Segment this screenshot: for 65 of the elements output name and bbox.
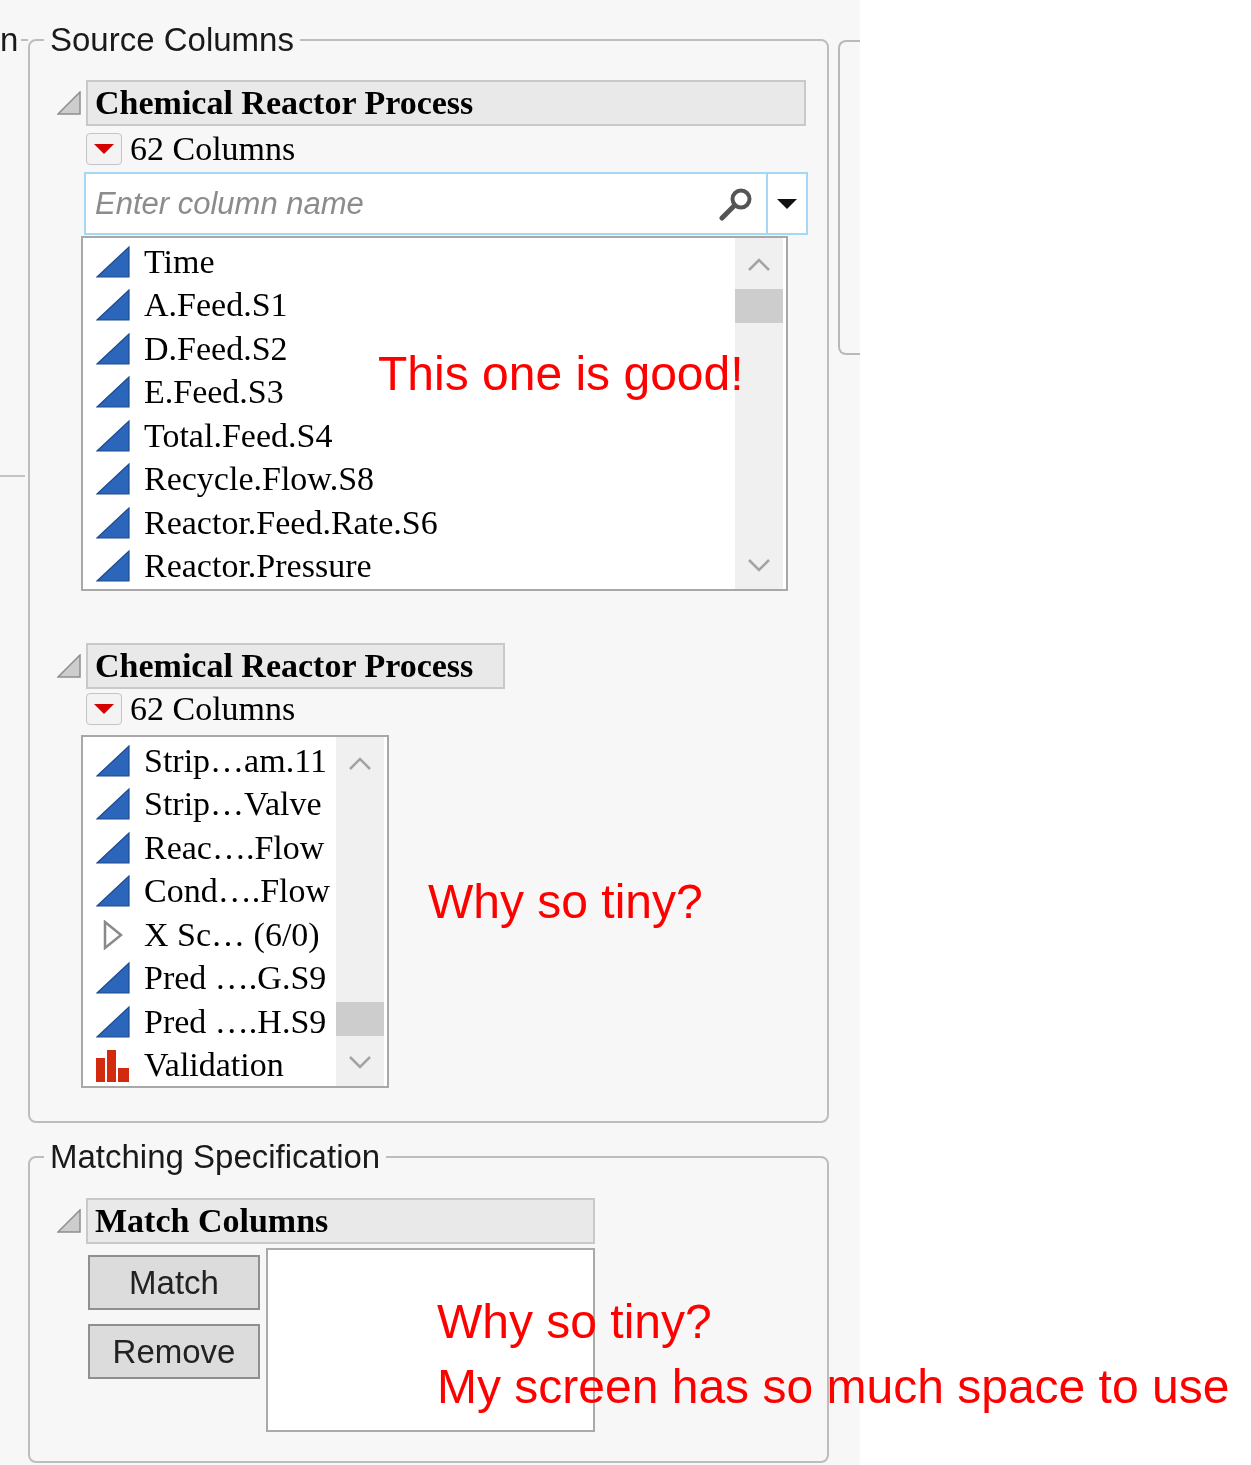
column-name[interactable]: Validation <box>144 1045 284 1086</box>
column-count: 62 Columns <box>130 693 296 725</box>
annotation-text: This one is good! <box>378 346 744 402</box>
column-name[interactable]: Pred ….G.S9 <box>144 958 327 999</box>
outline-header: Chemical Reactor Process <box>86 80 806 126</box>
column-name[interactable]: Reac….Flow <box>144 827 325 868</box>
column-name[interactable]: Reactor.Pressure <box>144 546 372 587</box>
caret-icon <box>94 704 114 714</box>
search-field[interactable]: Enter column name <box>86 174 713 233</box>
triangle-icon <box>96 289 130 322</box>
column-name[interactable]: E.Feed.S3 <box>144 372 284 413</box>
column-name[interactable]: A.Feed.S1 <box>144 285 288 326</box>
column-name[interactable]: Time <box>144 241 215 282</box>
triangle-icon <box>96 332 130 365</box>
chevron-down-icon[interactable] <box>747 558 771 572</box>
triangle-icon <box>96 788 130 821</box>
caret-icon <box>777 198 797 209</box>
panel-title: n <box>0 22 19 58</box>
bar-chart-icon <box>96 1048 130 1082</box>
combo-box[interactable]: Enter column name <box>84 172 808 235</box>
column-name[interactable]: D.Feed.S2 <box>144 328 288 369</box>
menu-button[interactable] <box>86 693 122 725</box>
chevron-down-icon[interactable] <box>348 1055 372 1069</box>
triangle-icon <box>96 875 130 908</box>
chevron-up-icon[interactable] <box>348 757 372 771</box>
disclosure-triangle-icon[interactable] <box>57 91 81 115</box>
triangle-icon <box>96 463 130 496</box>
outline-header: Chemical Reactor Process <box>86 643 506 689</box>
triangle-icon <box>96 962 130 995</box>
remove-button[interactable]: Remove <box>88 1324 260 1379</box>
column-name[interactable]: X Sc… (6/0) <box>144 914 320 955</box>
caret-icon <box>94 144 114 154</box>
column-name[interactable]: Pred ….H.S9 <box>144 1001 327 1042</box>
annotation-text: Why so tiny? <box>428 874 703 930</box>
scrollbar-thumb[interactable] <box>336 1002 384 1036</box>
triangle-icon <box>96 550 130 583</box>
annotation-text: Why so tiny? <box>437 1294 713 1350</box>
triangle-icon <box>96 744 130 777</box>
column-name[interactable]: Reactor.Feed.Rate.S6 <box>144 502 438 543</box>
scrollbar-thumb[interactable] <box>735 289 783 323</box>
panel-title: Source Columns <box>49 22 295 58</box>
menu-button[interactable] <box>86 133 122 165</box>
match-button[interactable]: Match <box>88 1255 260 1310</box>
column-name[interactable]: Cond….Flow <box>144 871 331 912</box>
column-name[interactable]: Total.Feed.S4 <box>144 415 333 456</box>
disclosure-triangle-icon[interactable] <box>57 654 81 678</box>
column-name[interactable]: Strip…Valve <box>144 784 322 825</box>
chevron-up-icon[interactable] <box>747 258 771 272</box>
column-name[interactable]: Recycle.Flow.S8 <box>144 459 375 500</box>
triangle-icon <box>96 376 130 409</box>
column-count: 62 Columns <box>130 133 296 165</box>
scrollbar[interactable] <box>336 737 384 1086</box>
column-name[interactable]: Strip…am.11 <box>144 740 327 781</box>
triangle-icon <box>96 245 130 278</box>
disclosure-triangle-icon[interactable] <box>57 1209 81 1233</box>
triangle-icon <box>96 1005 130 1038</box>
annotation-text: My screen has so much space to use <box>437 1359 1230 1415</box>
panel-title: Matching Specification <box>49 1139 382 1175</box>
triangle-icon <box>96 419 130 452</box>
search-icon <box>719 186 753 221</box>
column-list[interactable]: Strip…am.11 Strip…Valve Reac….Flow Cond….Flow X Sc… (6/0) Pred ….G.S9 Pred ….H.S9 Validation <box>81 735 389 1088</box>
triangle-icon <box>96 506 130 539</box>
triangle-outline-icon <box>103 919 123 950</box>
outline-header: Match Columns <box>86 1198 595 1244</box>
triangle-icon <box>96 831 130 864</box>
